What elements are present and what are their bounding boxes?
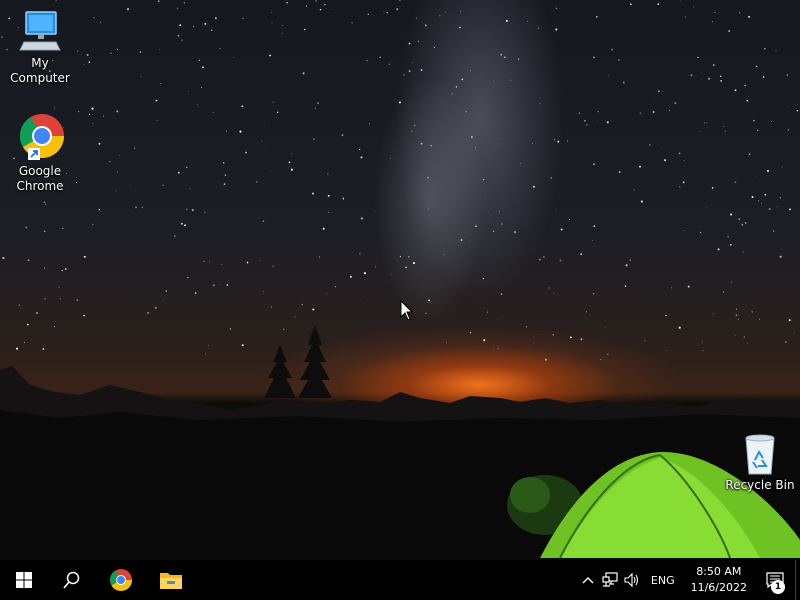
show-hidden-icons-button[interactable] <box>577 560 599 600</box>
chrome-icon <box>110 569 132 591</box>
desktop-icon-label: Recycle Bin <box>725 478 795 492</box>
file-explorer-button[interactable] <box>146 560 196 600</box>
desktop-icon-google-chrome[interactable]: Google Chrome <box>0 112 80 194</box>
show-desktop-button[interactable] <box>795 560 800 600</box>
recycle-bin-icon <box>745 434 775 475</box>
chrome-taskbar-button[interactable] <box>96 560 146 600</box>
search-icon <box>63 571 80 589</box>
search-button[interactable] <box>48 560 96 600</box>
chevron-up-icon <box>582 577 594 584</box>
mouse-cursor-icon <box>400 300 414 321</box>
desktop-icon-label: My Computer <box>10 56 70 85</box>
volume-icon <box>624 572 638 588</box>
network-icon <box>602 572 618 587</box>
windows-logo-icon <box>16 572 32 588</box>
wallpaper-landscape <box>0 325 800 560</box>
action-center-button[interactable]: 1 <box>755 560 795 600</box>
start-button[interactable] <box>0 560 48 600</box>
desktop[interactable]: My Computer Google Chrome Recycle Bin <box>0 0 800 560</box>
network-button[interactable] <box>599 560 621 600</box>
desktop-icon-recycle-bin[interactable]: Recycle Bin <box>720 432 800 493</box>
chrome-icon <box>20 114 64 160</box>
desktop-icon-my-computer[interactable]: My Computer <box>0 10 80 86</box>
clock-date: 11/6/2022 <box>690 581 747 594</box>
desktop-icon-label: Google Chrome <box>16 164 64 193</box>
taskbar: ENG 8:50 AM 11/6/2022 1 <box>0 560 800 600</box>
folder-icon <box>160 573 182 589</box>
clock[interactable]: 8:50 AM 11/6/2022 <box>683 564 755 596</box>
volume-button[interactable] <box>621 560 643 600</box>
language-indicator[interactable]: ENG <box>643 574 683 587</box>
clock-time: 8:50 AM <box>696 565 742 578</box>
notification-count-badge: 1 <box>771 580 785 594</box>
monitor-icon <box>19 11 61 51</box>
system-tray: ENG 8:50 AM 11/6/2022 1 <box>577 560 800 600</box>
